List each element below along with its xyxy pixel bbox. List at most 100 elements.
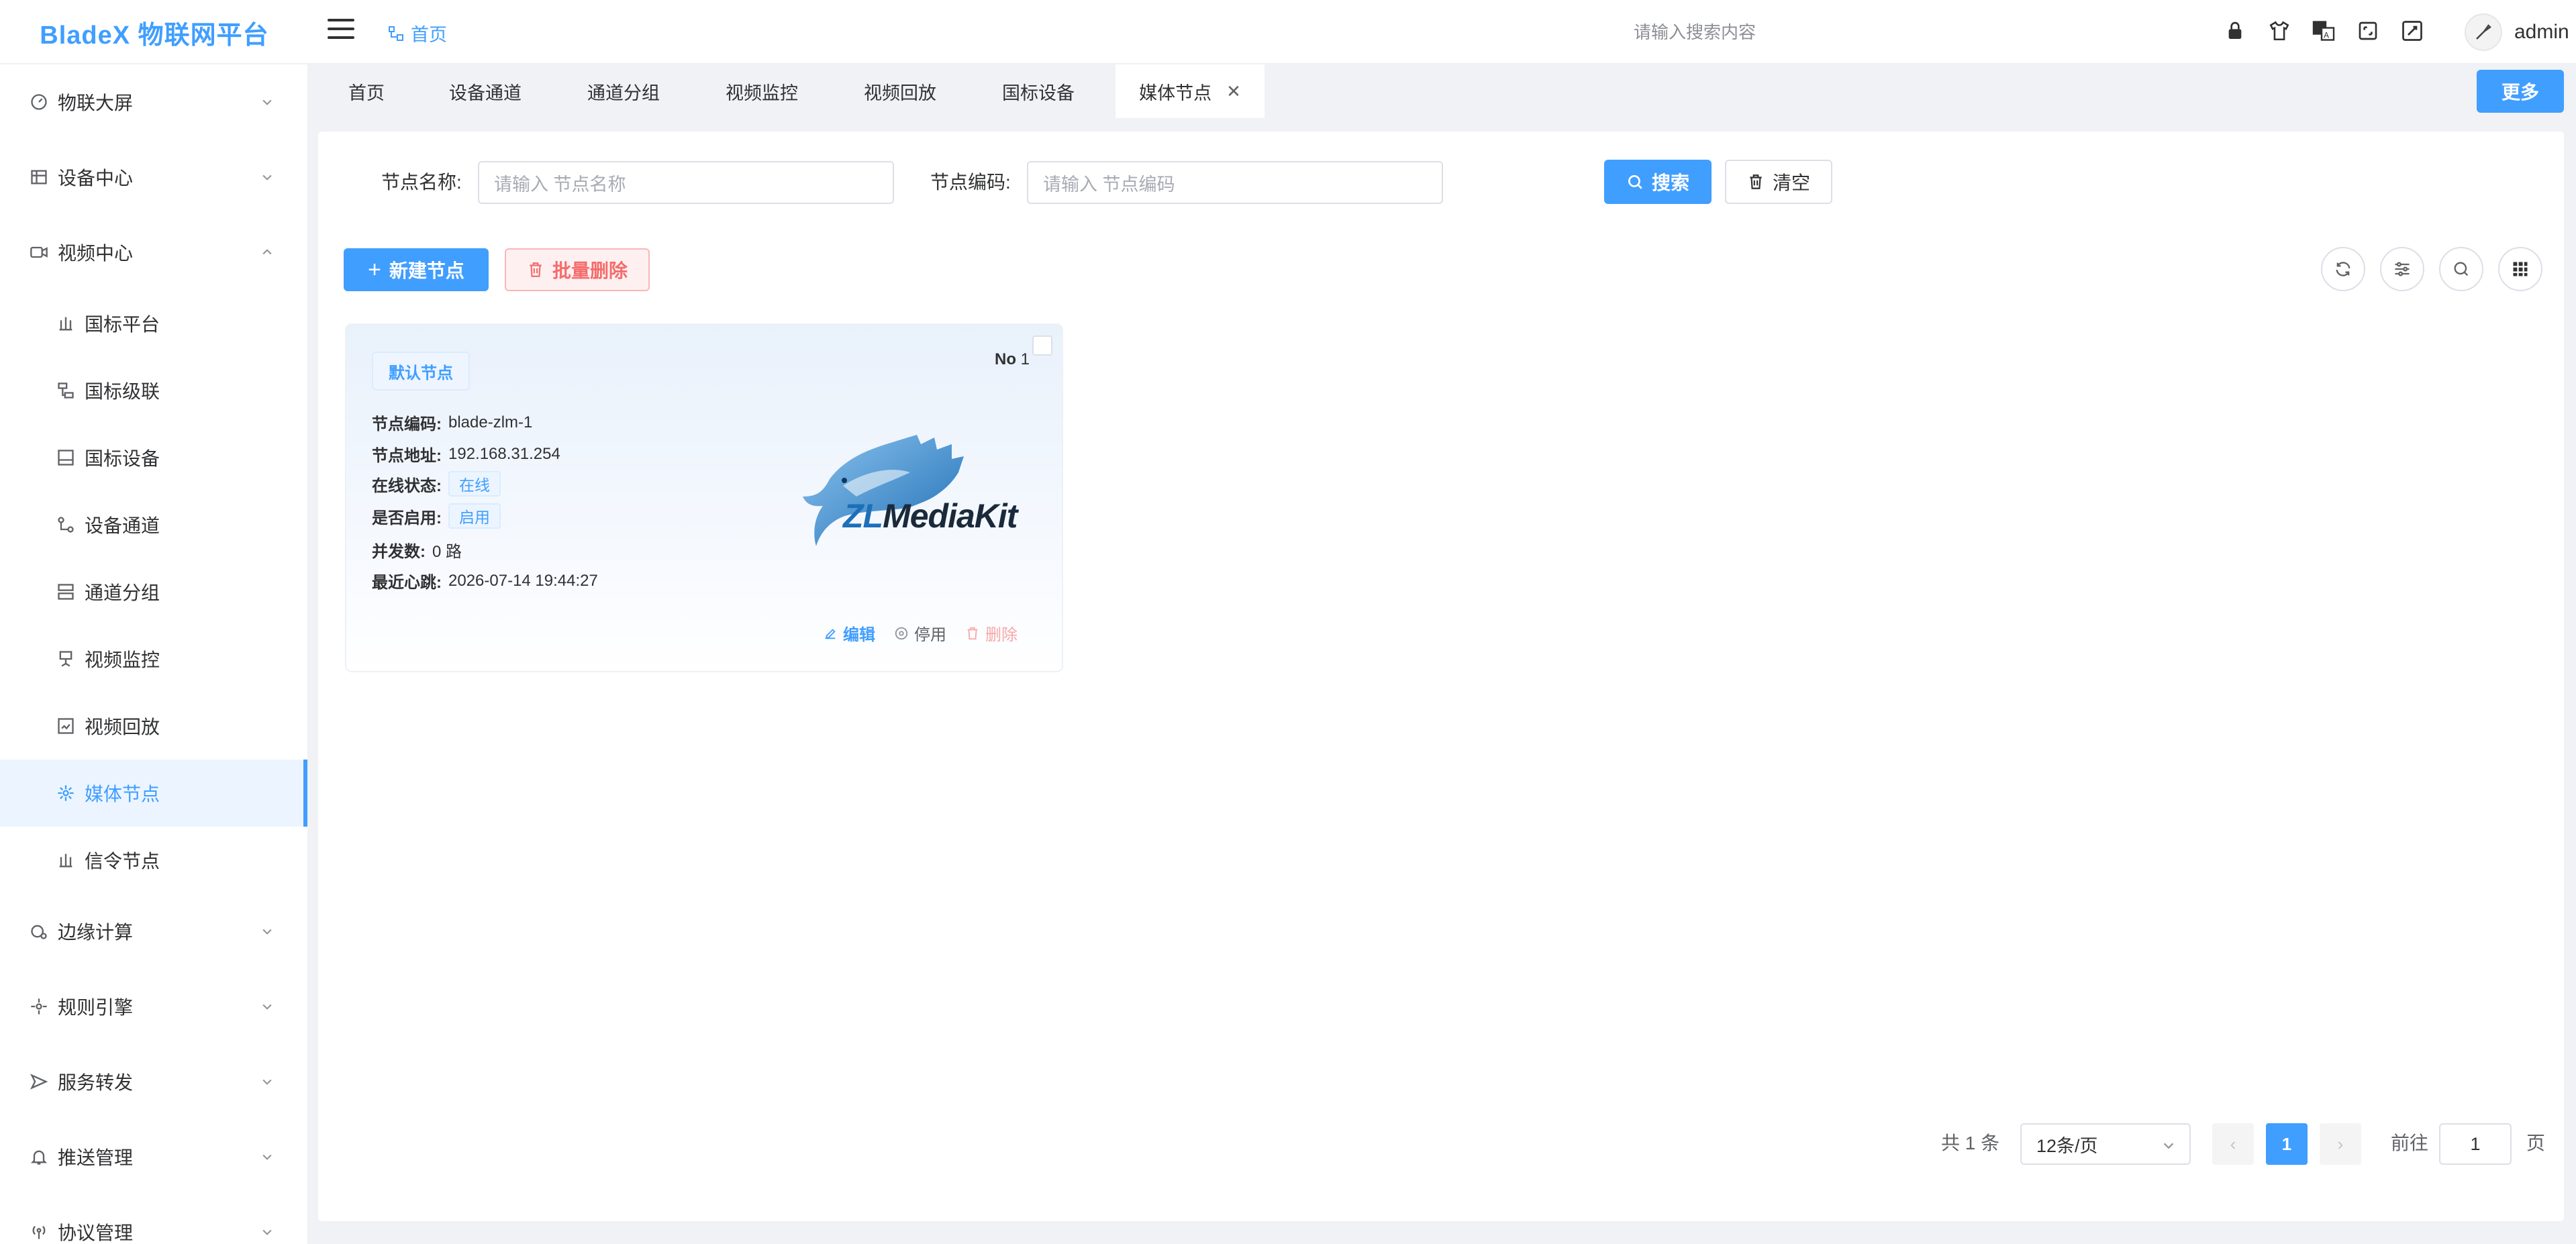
settings-icon[interactable]	[2399, 17, 2426, 44]
close-icon[interactable]: ✕	[1226, 81, 1241, 102]
tab-device-channel[interactable]: 设备通道	[430, 64, 541, 118]
more-tabs-button[interactable]: 更多	[2477, 70, 2564, 113]
lock-icon[interactable]	[2222, 17, 2248, 44]
filter-icon	[2395, 262, 2410, 276]
pagination-total: 共 1 条	[1941, 1133, 2000, 1153]
field-online-status: 在线状态: 在线	[372, 471, 501, 497]
sidebar-item-gb-device[interactable]: 国标设备	[0, 424, 307, 491]
field-key: 在线状态:	[372, 476, 442, 495]
svg-text:A: A	[2324, 31, 2329, 40]
sidebar-item-media-node[interactable]: 媒体节点	[0, 760, 307, 827]
playback-icon	[52, 713, 79, 739]
field-concurrency: 并发数: 0 路	[372, 538, 462, 562]
search-button-label: 搜索	[1651, 172, 1689, 193]
refresh-button[interactable]	[2321, 247, 2365, 291]
send-icon	[26, 1068, 52, 1095]
toggle-search-button[interactable]	[2439, 247, 2483, 291]
sidebar-item-service-forward[interactable]: 服务转发	[0, 1044, 307, 1119]
add-node-button[interactable]: + 新建节点	[344, 248, 489, 291]
card-number-value: 1	[1020, 350, 1030, 368]
sidebar-item-label: 设备中心	[58, 168, 134, 189]
plus-icon: +	[368, 256, 381, 282]
sidebar-item-device-center[interactable]: 设备中心	[0, 140, 307, 215]
chevron-down-icon	[262, 99, 272, 105]
sidebar-item-label: 通道分组	[85, 582, 160, 603]
sidebar-item-label: 规则引擎	[58, 997, 134, 1018]
media-node-card[interactable]: 默认节点 No 1 节点编码: blade-zlm-1 节点地址: 192.16…	[345, 323, 1063, 672]
disable-button[interactable]: 停用	[894, 621, 946, 645]
chevron-down-icon	[262, 1004, 272, 1010]
page-size-select[interactable]: 12条/页	[2020, 1123, 2191, 1165]
tab-label: 视频回放	[864, 83, 936, 103]
field-value: 2026-07-14 19:44:27	[448, 571, 598, 590]
next-page-button[interactable]: ›	[2320, 1123, 2361, 1165]
cascade-icon	[52, 377, 79, 404]
sidebar-item-video-monitor[interactable]: 视频监控	[0, 625, 307, 692]
sidebar-item-video-center[interactable]: 视频中心	[0, 215, 307, 290]
field-key: 是否启用:	[372, 509, 442, 527]
language-icon[interactable]: A	[2310, 17, 2337, 44]
field-node-address: 节点地址: 192.168.31.254	[372, 442, 560, 466]
filter-button[interactable]	[2380, 247, 2424, 291]
trash-icon	[967, 627, 978, 639]
delete-button[interactable]: 删除	[965, 621, 1018, 645]
menu-toggle-icon[interactable]	[328, 19, 354, 42]
sidebar-item-device-channel[interactable]: 设备通道	[0, 491, 307, 558]
disable-icon	[895, 627, 908, 639]
sidebar-item-label: 设备通道	[85, 515, 160, 536]
tab-channel-group[interactable]: 通道分组	[568, 64, 679, 118]
node-name-label: 节点名称:	[381, 172, 462, 193]
username[interactable]: admin	[2514, 21, 2569, 44]
node-code-input[interactable]: 请输入 节点编码	[1027, 161, 1443, 204]
tab-gb-device[interactable]: 国标设备	[983, 64, 1094, 118]
sidebar-item-dashboard[interactable]: 物联大屏	[0, 64, 307, 140]
edit-button[interactable]: 编辑	[823, 621, 875, 645]
tab-label: 国标设备	[1002, 83, 1075, 103]
tab-label: 设备通道	[449, 83, 522, 103]
theme-icon[interactable]	[2266, 17, 2293, 44]
field-key: 最近心跳:	[372, 574, 442, 592]
card-select-checkbox[interactable]	[1032, 335, 1052, 356]
tab-video-monitor[interactable]: 视频监控	[706, 64, 818, 118]
node-icon	[52, 780, 79, 807]
goto-page-input[interactable]: 1	[2439, 1123, 2512, 1165]
clear-button[interactable]: 清空	[1725, 160, 1832, 204]
user-menu[interactable]: admin	[2465, 13, 2569, 51]
global-search-input[interactable]: 请输入搜索内容	[1503, 13, 1886, 48]
breadcrumb-home[interactable]: 首页	[411, 20, 447, 46]
chevron-down-icon	[262, 929, 272, 935]
field-node-code: 节点编码: blade-zlm-1	[372, 411, 532, 434]
disable-label: 停用	[914, 626, 946, 644]
sidebar-item-protocol-management[interactable]: 协议管理	[0, 1194, 307, 1244]
breadcrumb[interactable]: 首页	[388, 20, 447, 46]
batch-delete-button[interactable]: 批量删除	[505, 248, 650, 291]
delete-label: 删除	[985, 626, 1018, 644]
sidebar-item-rule-engine[interactable]: 规则引擎	[0, 969, 307, 1044]
search-button[interactable]: 搜索	[1604, 160, 1712, 204]
fullscreen-icon[interactable]	[2355, 17, 2381, 44]
page-1-button[interactable]: 1	[2266, 1123, 2308, 1165]
tab-label: 媒体节点	[1139, 83, 1212, 103]
sidebar-item-signal-node[interactable]: 信令节点	[0, 827, 307, 894]
zlmediakit-logo: ZLMediaKit	[803, 432, 1044, 553]
group-icon	[52, 578, 79, 605]
avatar[interactable]	[2465, 13, 2502, 51]
columns-button[interactable]	[2498, 247, 2542, 291]
sidebar-item-gb-cascade[interactable]: 国标级联	[0, 357, 307, 424]
chevron-down-icon	[2163, 1143, 2174, 1149]
edge-icon	[26, 918, 52, 945]
chevron-down-icon	[262, 1079, 272, 1085]
sidebar-item-channel-group[interactable]: 通道分组	[0, 558, 307, 625]
prev-page-button[interactable]: ‹	[2212, 1123, 2254, 1165]
tab-media-node[interactable]: 媒体节点 ✕	[1116, 64, 1265, 118]
sidebar: 物联大屏 设备中心 视频中心 国标平台 国标级联 国标设备 设备通道 通道分组 …	[0, 64, 309, 1244]
app-logo[interactable]: BladeX 物联网平台	[0, 0, 309, 64]
tab-video-playback[interactable]: 视频回放	[844, 64, 956, 118]
node-name-input[interactable]: 请输入 节点名称	[478, 161, 894, 204]
sidebar-item-edge-computing[interactable]: 边缘计算	[0, 894, 307, 969]
sidebar-item-video-playback[interactable]: 视频回放	[0, 692, 307, 760]
sidebar-item-push-management[interactable]: 推送管理	[0, 1119, 307, 1194]
card-actions: 编辑 停用 删除	[823, 621, 1018, 645]
sidebar-item-gb-platform[interactable]: 国标平台	[0, 290, 307, 357]
tab-home[interactable]: 首页	[329, 64, 404, 118]
